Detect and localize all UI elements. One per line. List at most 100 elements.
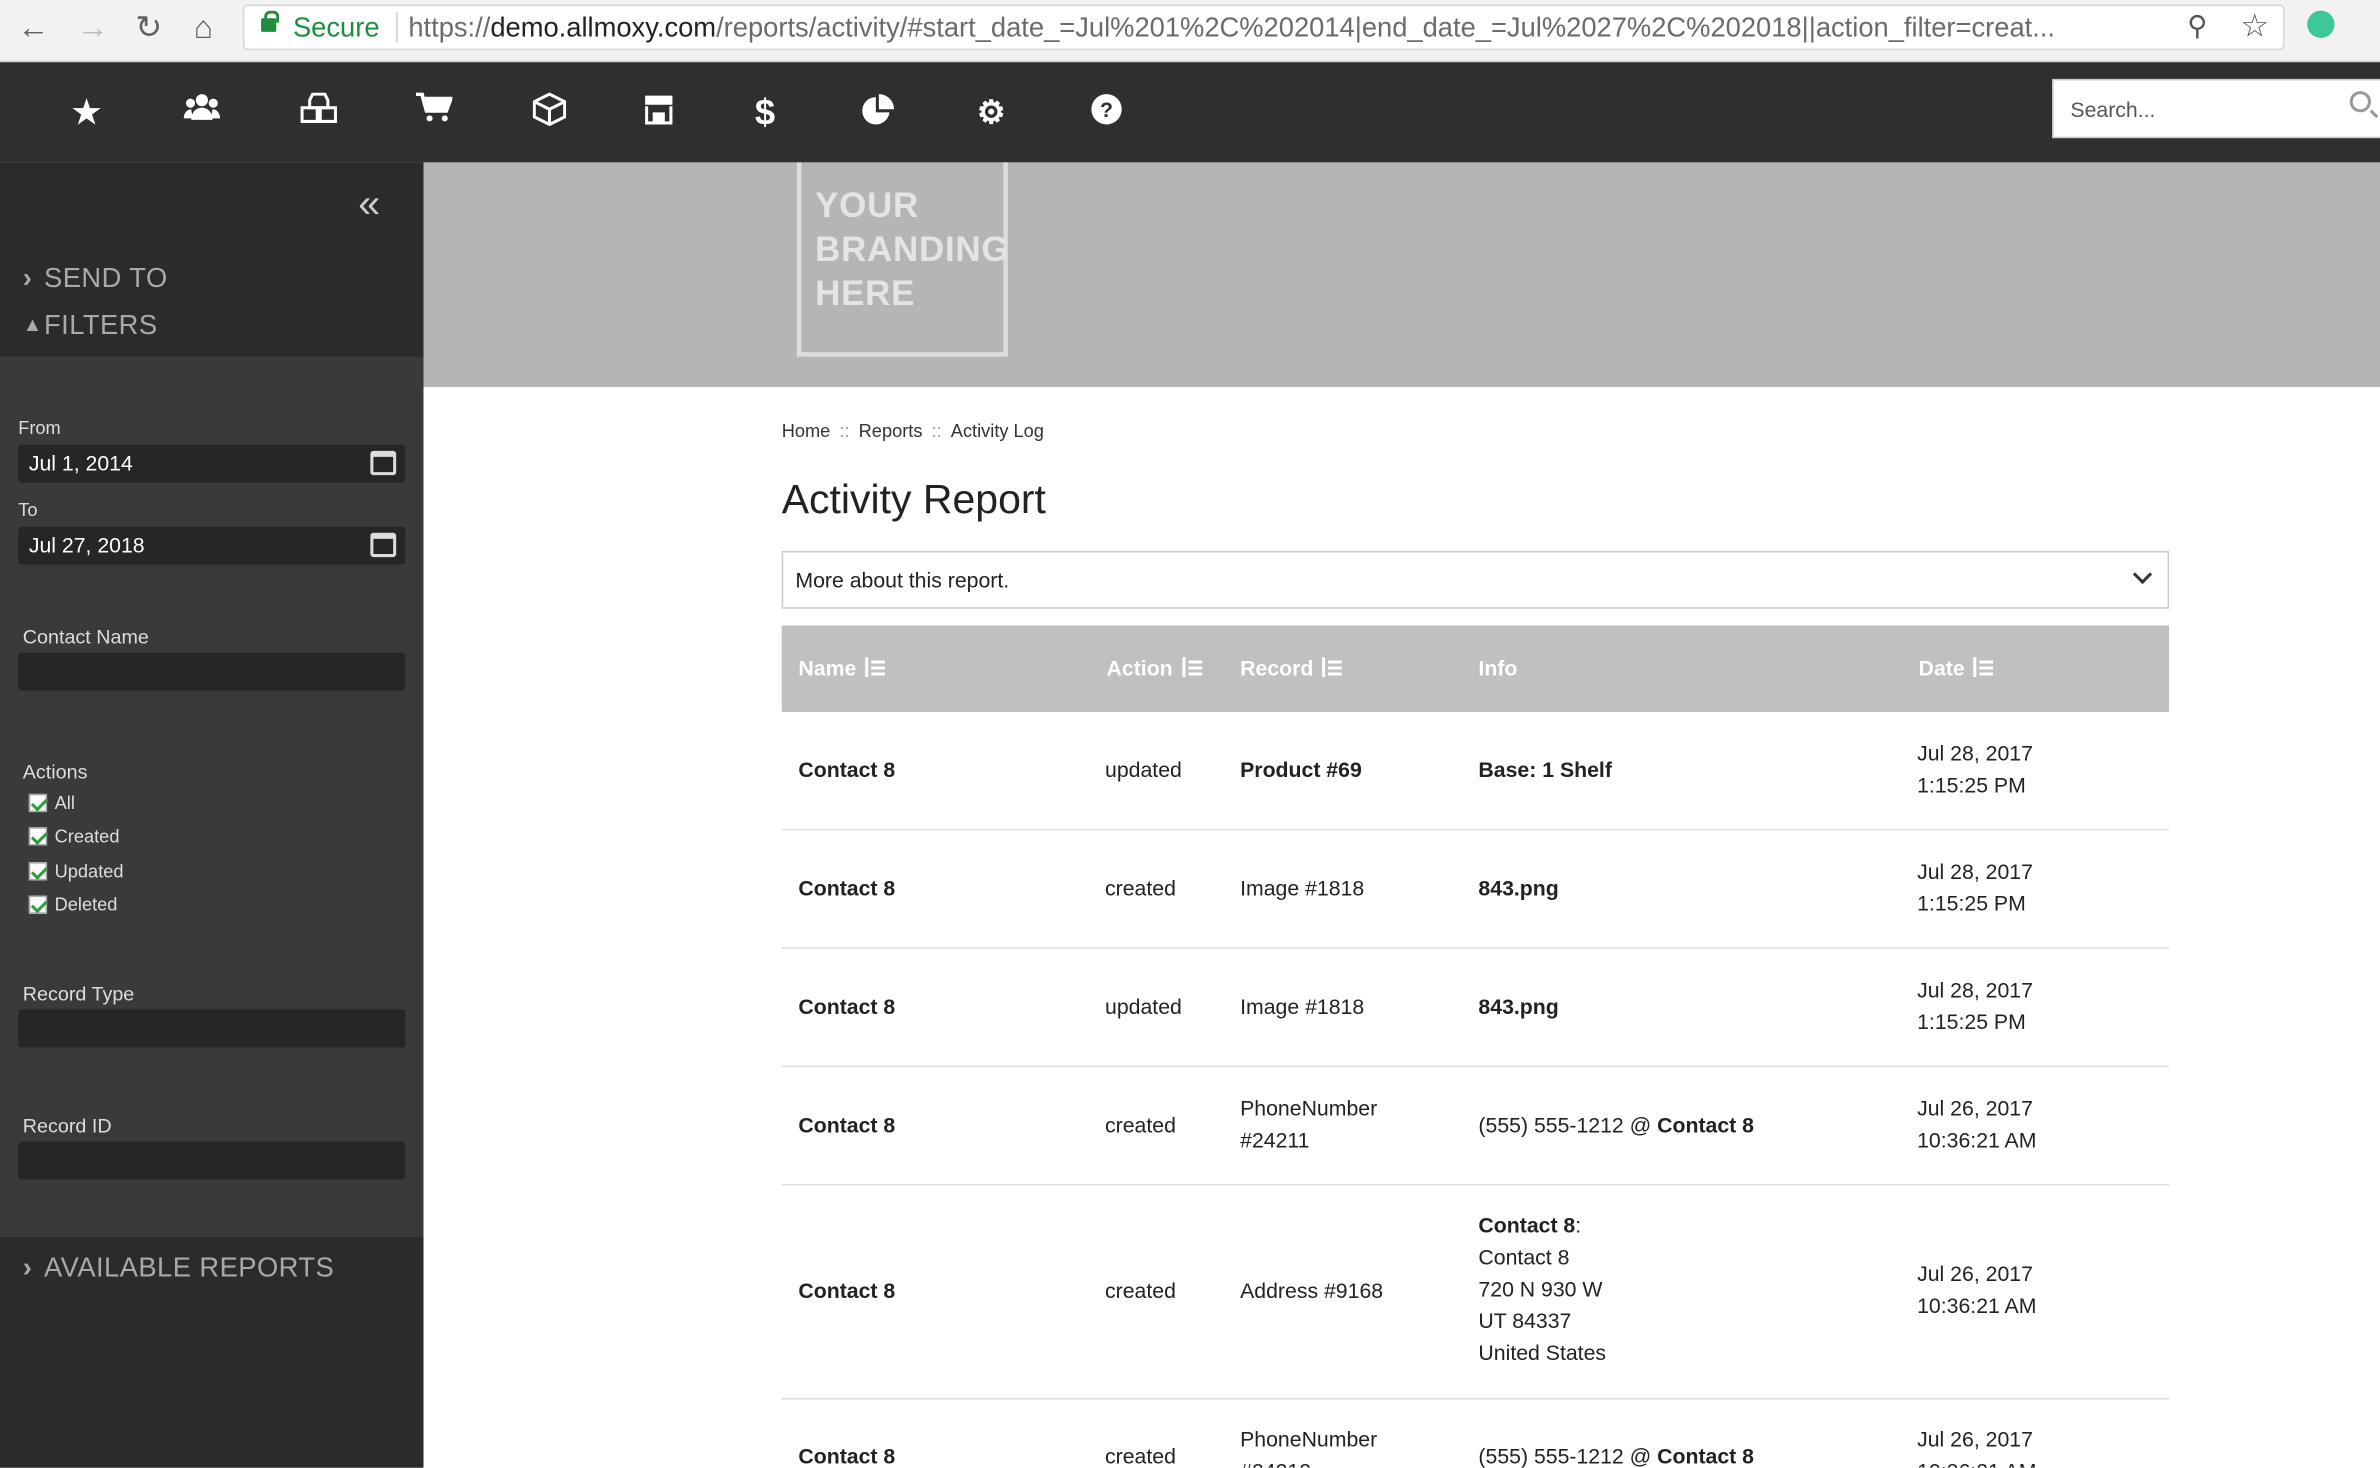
cell-record[interactable]: PhoneNumber #24211 [1240,1093,1407,1157]
cell-info: 843.png [1478,875,1559,901]
cell-name[interactable]: Contact 8 [798,1110,895,1142]
search-input[interactable]: Search... [2052,78,2380,139]
info-contact: Contact 8 [1657,1112,1754,1137]
help-icon[interactable]: ? [1085,93,1128,136]
contact-name-label: Contact Name [22,625,149,649]
cart-icon[interactable] [413,92,456,136]
action-checkbox-deleted[interactable]: Deleted [28,894,117,915]
send-to-toggle[interactable]: › SEND TO [23,263,168,295]
cell-record[interactable]: PhoneNumber #24212 [1240,1424,1407,1468]
cell-record[interactable]: Image #1818 [1240,991,1364,1023]
cell-date: Jul 28, 2017 1:15:25 PM [1917,856,2033,920]
action-checkbox-all[interactable]: All [28,792,75,814]
date: Jul 26, 2017 [1917,1261,2033,1286]
cell-name[interactable]: Contact 8 [798,1275,895,1307]
date: Jul 26, 2017 [1917,1426,2033,1452]
collapse-sidebar-icon[interactable]: « [358,184,380,223]
breadcrumb-separator: :: [931,420,942,442]
calendar-icon[interactable] [370,450,397,476]
branding-logo: YOUR BRANDING HERE [796,162,1009,357]
checkbox[interactable] [28,793,48,813]
to-label: To [18,499,38,521]
column-header-name[interactable]: Name [798,656,886,680]
page-title: Activity Report [781,476,1046,523]
cell-name[interactable]: Contact 8 [798,991,895,1023]
cell-info: (555) 555-1212 @ Contact 8 [1478,1110,1754,1142]
table-row: Contact 8 created Address #9168 Contact … [781,1185,2170,1400]
action-label: Created [54,825,120,847]
action-checkbox-updated[interactable]: Updated [28,861,124,882]
time: 1:15:25 PM [1917,1009,2026,1034]
cell-record[interactable]: Address #9168 [1240,1275,1383,1307]
branding-line: YOUR [815,185,920,225]
table-row: Contact 8 created Image #1818 843.png Ju… [781,830,2170,949]
action-checkbox-created[interactable]: Created [28,825,120,847]
cell-info: Contact 8: Contact 8 720 N 930 W UT 8433… [1478,1210,1606,1369]
box-icon[interactable] [528,92,571,136]
sort-icon[interactable] [1322,657,1343,678]
breadcrumb-separator: :: [839,420,850,442]
breadcrumb-home[interactable]: Home [782,420,831,441]
send-to-label: SEND TO [44,262,168,293]
sort-desc-icon[interactable] [1973,657,1994,678]
reload-icon[interactable]: ↻ [129,9,168,48]
cell-date: Jul 28, 2017 1:15:25 PM [1917,738,2033,802]
url-prefix: https:// [408,12,491,43]
cell-record[interactable]: Image #1818 [1240,873,1364,905]
record-id-field[interactable] [18,1141,406,1180]
url-host: demo.allmoxy.com [490,12,717,43]
cell-name[interactable]: Contact 8 [798,873,895,905]
sort-icon[interactable] [865,657,886,678]
header-label: Date [1918,655,1965,681]
cell-name[interactable]: Contact 8 [798,754,895,786]
checkbox[interactable] [28,862,48,881]
dollar-icon[interactable]: $ [744,93,787,136]
record-type-field[interactable] [18,1009,406,1048]
table-row: Contact 8 created PhoneNumber #24211 (55… [781,1067,2170,1186]
checkbox[interactable] [28,895,48,914]
column-header-date[interactable]: Date [1919,656,1994,680]
breadcrumb-reports[interactable]: Reports [859,420,923,441]
to-date-field[interactable]: Jul 27, 2018 [18,526,406,565]
store-icon[interactable] [638,93,681,136]
address-bar[interactable]: Secure https://demo.allmoxy.com/reports/… [242,4,2285,51]
cell-info: Base: 1 Shelf [1478,757,1612,782]
zoom-icon[interactable]: ⚲ [2187,11,2220,44]
forward-arrow-icon[interactable]: → [73,9,112,48]
column-header-record[interactable]: Record [1240,656,1343,680]
contact-name-field[interactable] [18,652,406,691]
column-header-action[interactable]: Action [1107,656,1202,680]
cell-record[interactable]: Product #69 [1240,754,1362,786]
table-row: Contact 8 created PhoneNumber #24212 (55… [782,1400,2169,1468]
chevron-down-icon [2132,564,2153,585]
gear-icon[interactable]: ⚙ [970,93,1013,136]
sort-icon[interactable] [1181,657,1202,678]
from-date-field[interactable]: Jul 1, 2014 [18,444,406,483]
svg-text:?: ? [1100,98,1113,122]
secure-label: Secure [292,12,380,43]
branding-line: HERE [815,273,916,313]
cell-name[interactable]: Contact 8 [798,1440,895,1468]
filters-toggle[interactable]: ▲FILTERS [23,310,158,342]
extension-icon[interactable] [2307,10,2335,38]
info-phone: (555) 555-1212 @ [1478,1112,1658,1137]
address-line: UT 84337 [1478,1308,1572,1333]
back-arrow-icon[interactable]: ← [14,9,53,48]
pie-chart-icon[interactable] [856,93,899,136]
bookmark-star-icon[interactable]: ☆ [2240,8,2269,46]
star-icon[interactable]: ★ [65,93,108,136]
cubes-icon[interactable] [298,92,341,136]
search-icon[interactable] [2349,91,2371,113]
available-reports-toggle[interactable]: › AVAILABLE REPORTS [23,1252,334,1284]
home-icon[interactable]: ⌂ [184,9,223,48]
lock-icon [261,10,280,32]
users-icon[interactable] [181,93,224,136]
from-label: From [18,417,61,439]
checkbox[interactable] [28,827,48,846]
available-reports-section: › AVAILABLE REPORTS [0,1240,424,1468]
more-about-report-dropdown[interactable]: More about this report. [781,550,2170,609]
calendar-icon[interactable] [370,532,397,558]
cell-action: created [1105,875,1176,901]
record-id-label: Record ID [22,1114,112,1137]
header-label: Info [1478,655,1518,681]
